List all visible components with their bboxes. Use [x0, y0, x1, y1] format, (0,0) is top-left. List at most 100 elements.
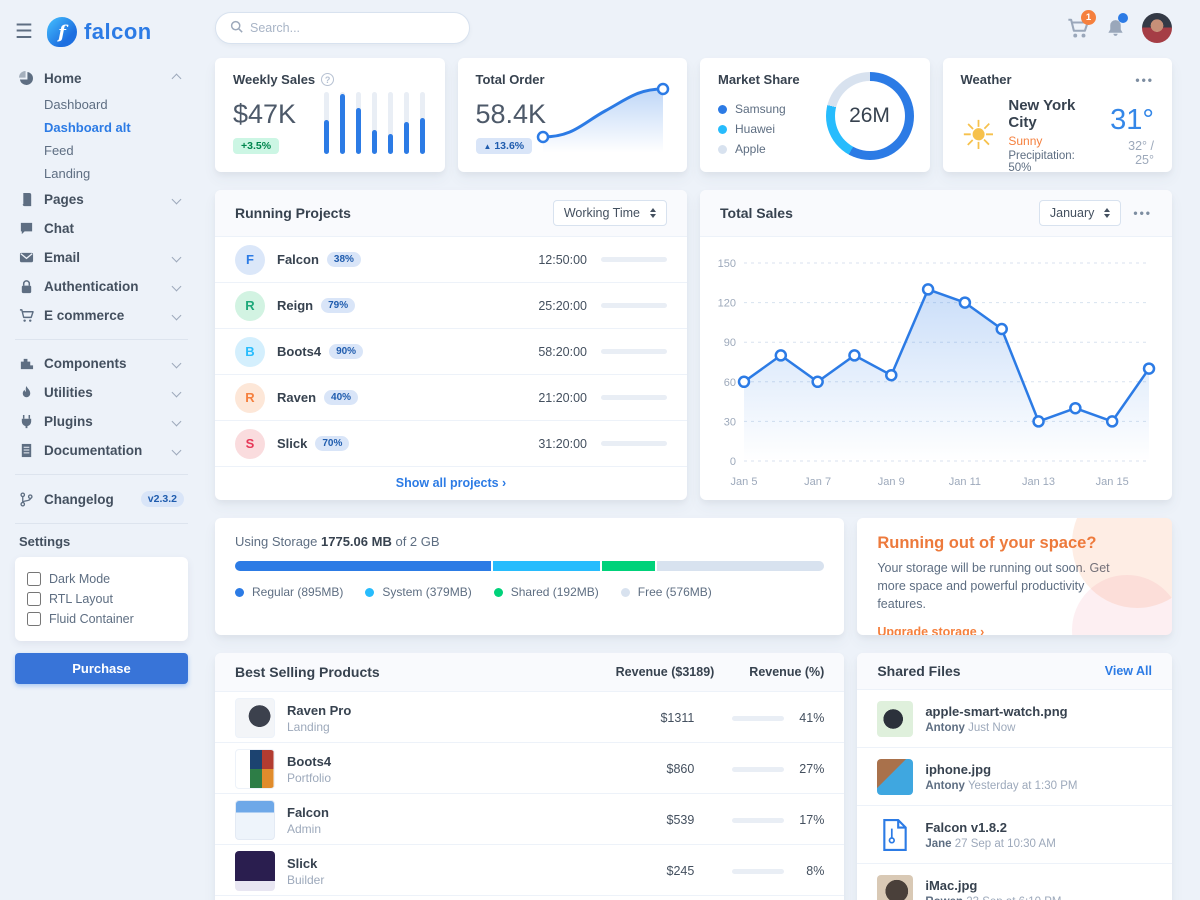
project-time: 31:20:00	[538, 437, 587, 451]
sidebar-item-changelog[interactable]: Changelog v2.3.2	[15, 484, 188, 514]
total-order-card: Total Order 58.4K ▲ 13.6%	[458, 58, 688, 172]
sidebar-item-plugins[interactable]: Plugins	[15, 407, 188, 436]
search-input[interactable]	[250, 21, 455, 35]
donut-center-label: 26M	[826, 72, 914, 160]
legend-label: Free (576MB)	[638, 585, 712, 599]
purchase-button[interactable]: Purchase	[15, 653, 188, 684]
shared-files-title: Shared Files	[877, 663, 960, 679]
file-name[interactable]: apple-smart-watch.png	[925, 704, 1067, 719]
revenue-column-header: Revenue ($3189)	[564, 665, 714, 679]
chevron-down-icon	[172, 195, 182, 205]
product-thumbnail	[235, 800, 275, 840]
fire-icon	[19, 385, 34, 400]
project-row[interactable]: F Falcon 38% 12:50:00	[215, 237, 687, 283]
sidebar-item-documentation[interactable]: Documentation	[15, 436, 188, 465]
file-row[interactable]: iMac.jpg Rowen 23 Sep at 6:10 PM	[857, 864, 1172, 900]
puzzle-icon	[19, 356, 34, 371]
sidebar-item-feed[interactable]: Feed	[44, 139, 188, 162]
product-row[interactable]: Slick Builder $245 8%	[215, 845, 844, 896]
dots-menu-icon[interactable]: •••	[1133, 206, 1152, 220]
sidebar-item-authentication[interactable]: Authentication	[15, 272, 188, 301]
sidebar-item-ecommerce[interactable]: E commerce	[15, 301, 188, 330]
file-name[interactable]: Falcon v1.8.2	[925, 820, 1055, 835]
project-progress-bar	[601, 303, 667, 308]
file-row[interactable]: apple-smart-watch.png Antony Just Now	[857, 690, 1172, 748]
nav-label: Pages	[44, 192, 163, 207]
sidebar-item-chat[interactable]: Chat	[15, 214, 188, 243]
dark-mode-checkbox[interactable]	[27, 572, 41, 586]
total-sales-title: Total Sales	[720, 205, 793, 221]
sidebar-item-home[interactable]: Home	[15, 64, 188, 93]
rtl-layout-option[interactable]: RTL Layout	[27, 589, 176, 609]
project-row[interactable]: S Slick 70% 31:20:00	[215, 421, 687, 467]
sidebar-header: ☰ f falcon	[15, 10, 188, 54]
product-row[interactable]: Raven Pro Landing $1311 41%	[215, 692, 844, 743]
dark-mode-option[interactable]: Dark Mode	[27, 569, 176, 589]
upgrade-storage-link[interactable]: Upgrade storage ›	[877, 625, 984, 635]
view-all-link[interactable]: View All	[1105, 664, 1152, 678]
project-row[interactable]: R Reign 79% 25:20:00	[215, 283, 687, 329]
product-pct: 41%	[794, 711, 824, 725]
sidebar-item-pages[interactable]: Pages	[15, 185, 188, 214]
stat-cards-row: Weekly Sales ? $47K +3.5% Total Order 5	[215, 58, 1172, 172]
project-percent-badge: 40%	[324, 390, 358, 405]
month-select[interactable]: January	[1039, 200, 1121, 226]
weather-condition: Sunny	[1008, 134, 1098, 148]
sidebar-item-email[interactable]: Email	[15, 243, 188, 272]
sidebar-item-components[interactable]: Components	[15, 349, 188, 378]
file-time: Yesterday at 1:30 PM	[968, 780, 1078, 792]
project-time: 12:50:00	[538, 253, 587, 267]
fluid-container-checkbox[interactable]	[27, 612, 41, 626]
market-share-title: Market Share	[718, 72, 800, 87]
brand-logo[interactable]: f falcon	[47, 17, 152, 47]
product-row-partial[interactable]	[215, 896, 844, 900]
svg-text:120: 120	[718, 298, 736, 310]
dots-menu-icon[interactable]: •••	[1135, 73, 1154, 87]
legend-label: Huawei	[735, 122, 775, 136]
sidebar-item-dashboard[interactable]: Dashboard	[44, 93, 188, 116]
legend-label: System (379MB)	[382, 585, 471, 599]
weather-body: ☀ New York City Sunny Precipitation: 50%…	[961, 97, 1155, 174]
search-bar[interactable]	[215, 12, 470, 44]
rtl-layout-checkbox[interactable]	[27, 592, 41, 606]
project-name: Falcon	[277, 252, 319, 267]
product-row[interactable]: Boots4 Portfolio $860 27%	[215, 743, 844, 794]
sidebar-item-utilities[interactable]: Utilities	[15, 378, 188, 407]
product-progress-bar	[732, 716, 784, 721]
product-name: Slick	[287, 856, 324, 871]
sidebar-item-dashboard-alt[interactable]: Dashboard alt	[44, 116, 188, 139]
working-time-select[interactable]: Working Time	[553, 200, 667, 226]
product-row[interactable]: Falcon Admin $539 17%	[215, 794, 844, 845]
file-author: Antony	[925, 722, 965, 734]
project-row[interactable]: B Boots4 90% 58:20:00	[215, 329, 687, 375]
weather-card: Weather ••• ☀ New York City Sunny Precip…	[943, 58, 1173, 172]
storage-row: Using Storage 1775.06 MB of 2 GB Regular…	[215, 518, 1172, 635]
notifications-button[interactable]	[1105, 18, 1126, 39]
fluid-container-option[interactable]: Fluid Container	[27, 609, 176, 629]
help-icon[interactable]: ?	[321, 73, 334, 86]
svg-text:Jan 9: Jan 9	[878, 476, 905, 488]
product-price: $1311	[584, 711, 694, 725]
legend-dot	[718, 125, 727, 134]
file-name[interactable]: iphone.jpg	[925, 762, 1077, 777]
show-all-projects-link[interactable]: Show all projects ›	[215, 467, 687, 499]
hamburger-menu-icon[interactable]: ☰	[15, 22, 33, 42]
nav-label: Chat	[44, 221, 184, 236]
product-progress-bar	[732, 818, 784, 823]
sidebar-item-landing[interactable]: Landing	[44, 162, 188, 185]
user-avatar[interactable]	[1142, 13, 1172, 43]
file-row[interactable]: iphone.jpg Antony Yesterday at 1:30 PM	[857, 748, 1172, 806]
project-row[interactable]: R Raven 40% 21:20:00	[215, 375, 687, 421]
nav-label: Utilities	[44, 385, 163, 400]
file-time: Just Now	[968, 722, 1015, 734]
total-sales-card: Total Sales January ••• 0306090120150Jan…	[700, 190, 1172, 500]
sidebar-divider	[15, 523, 188, 524]
pie-chart-icon	[19, 71, 34, 86]
app-root: ☰ f falcon Home Dashboard Dashboard alt …	[0, 0, 1200, 900]
email-icon	[19, 250, 34, 265]
file-row[interactable]: Falcon v1.8.2 Jane 27 Sep at 10:30 AM	[857, 806, 1172, 864]
legend-dot	[718, 105, 727, 114]
cart-button[interactable]: 1	[1067, 17, 1089, 39]
project-avatar: B	[235, 337, 265, 367]
file-name[interactable]: iMac.jpg	[925, 878, 1061, 893]
